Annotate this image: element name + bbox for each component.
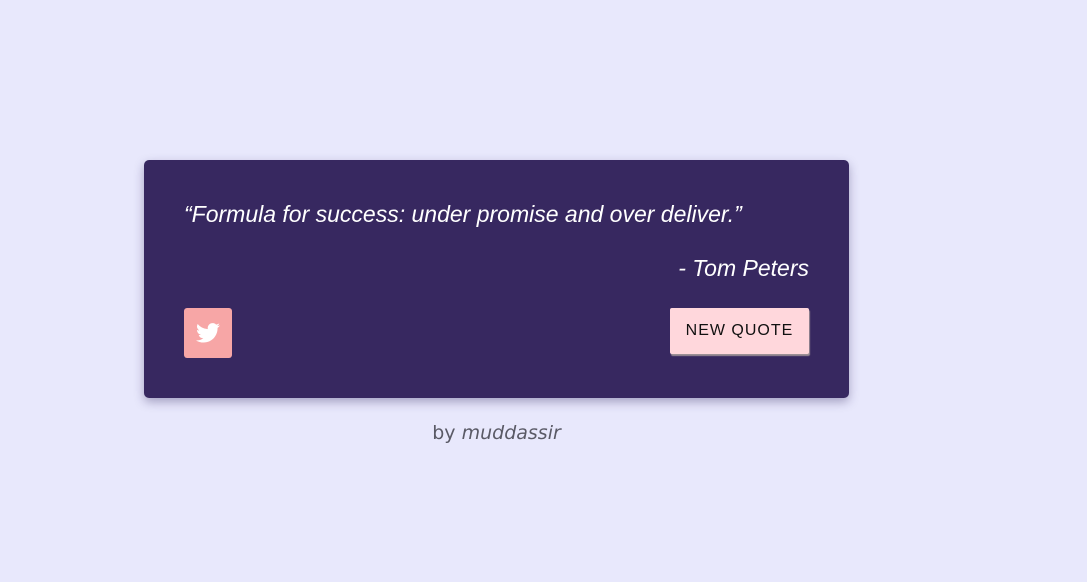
quote-text: “Formula for success: under promise and … xyxy=(184,201,742,227)
credit-prefix: by xyxy=(432,422,456,444)
tweet-quote-button[interactable] xyxy=(184,308,232,358)
new-quote-button[interactable]: NEW QUOTE xyxy=(670,308,809,354)
quote-author: - Tom Peters xyxy=(678,255,809,281)
credit-author: muddassir xyxy=(461,422,561,444)
quote-box: “Formula for success: under promise and … xyxy=(144,160,849,398)
twitter-icon xyxy=(196,323,220,343)
credit-line: by muddassir xyxy=(0,421,993,445)
